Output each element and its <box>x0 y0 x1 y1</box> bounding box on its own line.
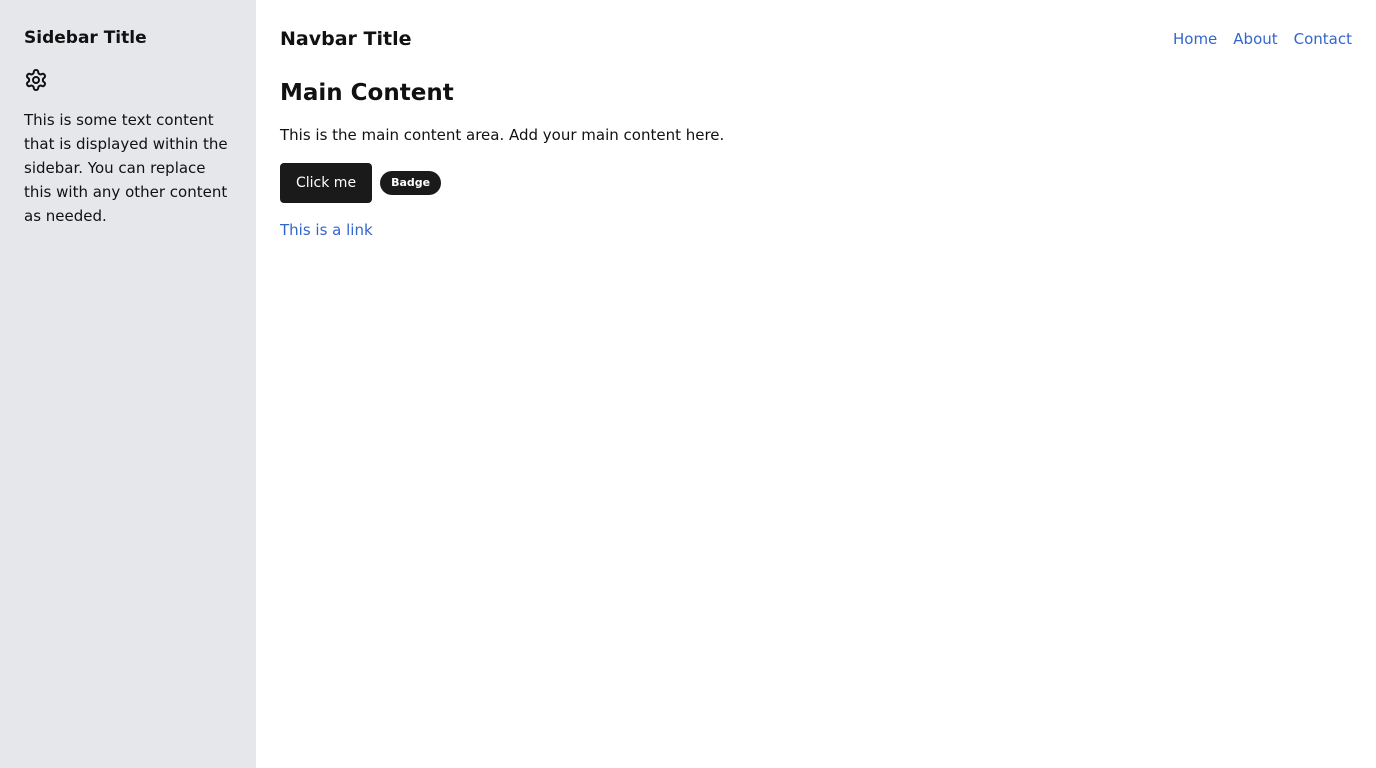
badge: Badge <box>380 171 442 195</box>
nav-link-about[interactable]: About <box>1233 30 1277 48</box>
navbar-title: Navbar Title <box>280 28 412 50</box>
main-text: This is the main content area. Add your … <box>280 126 725 144</box>
sidebar: Sidebar Title This is some text content … <box>0 0 256 768</box>
main-area: Navbar Title Home About Contact Main Con… <box>256 0 1376 768</box>
navbar: Navbar Title Home About Contact <box>280 25 1352 53</box>
app-root: Sidebar Title This is some text content … <box>0 0 1376 768</box>
nav-links: Home About Contact <box>1173 30 1352 48</box>
click-me-button[interactable]: Click me <box>280 163 373 203</box>
nav-link-home[interactable]: Home <box>1173 30 1217 48</box>
sidebar-title: Sidebar Title <box>24 28 147 48</box>
main-link[interactable]: This is a link <box>280 221 373 239</box>
main-title: Main Content <box>280 80 454 106</box>
gear-icon[interactable] <box>24 68 48 92</box>
nav-link-contact[interactable]: Contact <box>1294 30 1352 48</box>
sidebar-text: This is some text content that is displa… <box>24 111 228 225</box>
actions-row: Click me Badge <box>280 163 1352 203</box>
